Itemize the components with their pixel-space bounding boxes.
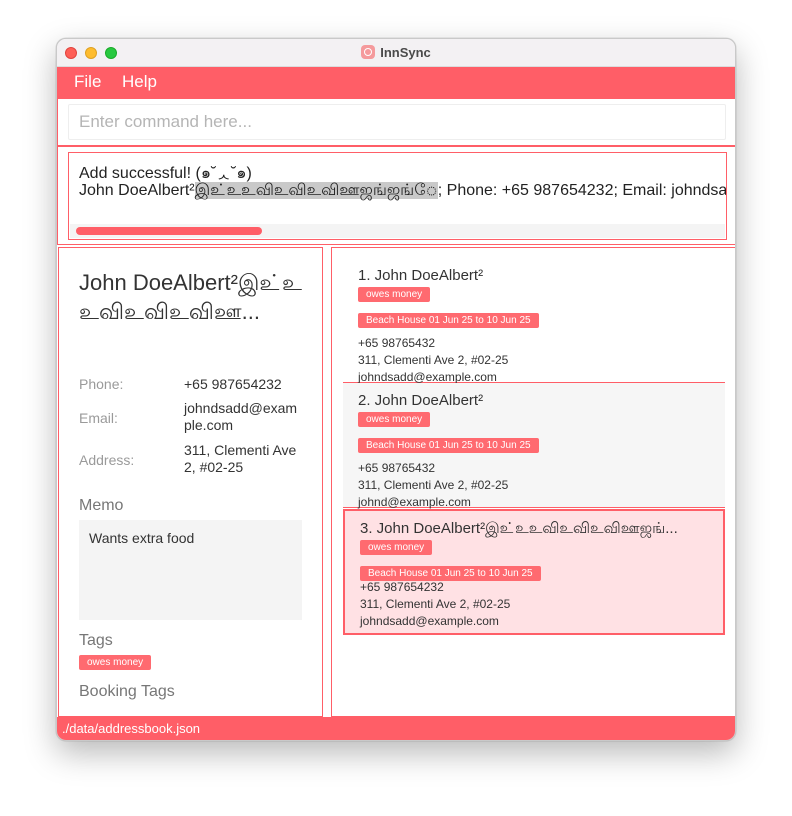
person-card-email: johndsadd@example.com (360, 614, 499, 628)
memo-title: Memo (79, 497, 124, 514)
person-card-booking-tag: Beach House 01 Jun 25 to 10 Jun 25 (358, 438, 539, 453)
person-card-address: 311, Clementi Ave 2, #02-25 (358, 353, 509, 367)
result-name-prefix: John DoeAlbert² (79, 182, 195, 199)
detail-address-label: Address: (79, 452, 135, 468)
person-card-name: 1. John DoeAlbert² (358, 267, 484, 284)
detail-name: John DoeAlbert²இஉ்உ உவிஉவிஉவிஊ... (79, 270, 302, 324)
result-details: John DoeAlbert²இஉ்உஉவிஉவிஉவிஊஜங்ஜங்ே; Ph… (79, 181, 727, 201)
result-display-container: Add successful! (๑˘ᆺ˘๑) John DoeAlbert²இ… (57, 146, 735, 245)
person-card-name: 2. John DoeAlbert² (358, 392, 484, 409)
person-card-phone: +65 98765432 (358, 336, 436, 350)
person-card-booking-tag: Beach House 01 Jun 25 to 10 Jun 25 (358, 313, 539, 328)
memo-content: Wants extra food (79, 520, 302, 620)
status-bar: ./data/addressbook.json (57, 717, 735, 740)
person-card-tag: owes money (358, 412, 431, 427)
person-card[interactable]: 1. John DoeAlbert² owes money Beach Hous… (343, 258, 725, 384)
tags-title: Tags (79, 632, 113, 649)
command-input[interactable] (68, 104, 726, 140)
person-card-tag: owes money (358, 287, 431, 302)
detail-email-value: johndsadd@example.com (184, 400, 298, 433)
result-suffix: ; Phone: +65 987654232; Email: johndsadd… (437, 182, 727, 199)
status-file-path: ./data/addressbook.json (62, 721, 201, 736)
menu-bar: File Help (57, 67, 735, 98)
command-box (57, 98, 735, 146)
person-card-email: johndsadd@example.com (358, 370, 497, 384)
person-card-address: 311, Clementi Ave 2, #02-25 (358, 478, 509, 492)
person-card-phone: +65 98765432 (358, 461, 436, 475)
person-detail-panel: John DoeAlbert²இஉ்உ உவிஉவிஉவிஊ... Phone:… (58, 247, 323, 717)
app-icon (361, 45, 376, 59)
person-list-panel: 1. John DoeAlbert² owes money Beach Hous… (331, 247, 735, 717)
person-card-booking-tag: Beach House 01 Jun 25 to 10 Jun 25 (360, 566, 541, 581)
person-card-name: 3. John DoeAlbert²இஉ்உஉவிஉவிஉவிஊஜங்... (360, 520, 678, 537)
person-card-selected[interactable]: 3. John DoeAlbert²இஉ்உஉவிஉவிஉவிஊஜங்... o… (343, 509, 725, 635)
detail-tag: owes money (79, 655, 152, 670)
result-display[interactable]: Add successful! (๑˘ᆺ˘๑) John DoeAlbert²இ… (68, 152, 727, 240)
person-card-address: 311, Clementi Ave 2, #02-25 (360, 597, 511, 611)
person-card-phone: +65 987654232 (360, 580, 444, 594)
person-card[interactable]: 2. John DoeAlbert² owes money Beach Hous… (343, 383, 725, 509)
detail-email-label: Email: (79, 410, 118, 426)
result-scrollbar-thumb[interactable] (76, 227, 262, 235)
detail-address-value: 311, Clementi Ave 2, #02-25 (184, 442, 297, 475)
detail-phone-label: Phone: (79, 376, 124, 392)
app-window: InnSync File Help Add successful! (๑˘ᆺ˘๑… (56, 38, 736, 741)
window-title: InnSync (380, 45, 431, 60)
menu-help[interactable]: Help (122, 72, 157, 92)
result-selected-text: இஉ்உஉவிஉவிஉவிஊஜங்ஜங்ே (194, 182, 438, 199)
booking-tags-title: Booking Tags (79, 683, 175, 700)
menu-file[interactable]: File (74, 72, 101, 92)
detail-phone-value: +65 987654232 (184, 376, 282, 392)
result-horizontal-scrollbar[interactable] (70, 224, 725, 238)
window-title-group: InnSync (57, 45, 735, 60)
person-card-email: johnd@example.com (358, 495, 471, 509)
main-content: John DoeAlbert²இஉ்உ உவிஉவிஉவிஊ... Phone:… (57, 245, 735, 717)
title-bar: InnSync (57, 39, 735, 67)
person-card-tag: owes money (360, 540, 433, 555)
